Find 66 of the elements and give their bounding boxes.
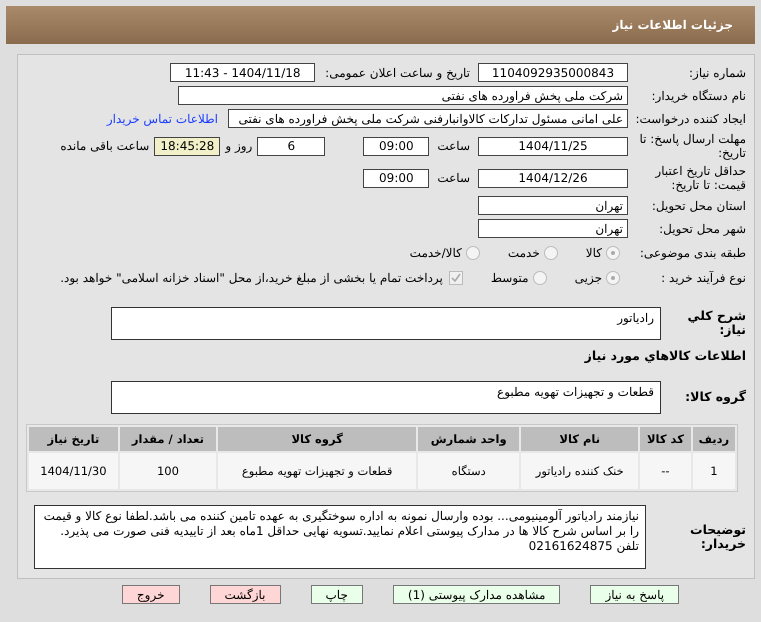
field-label: استان محل تحویل: (650, 198, 746, 212)
action-button[interactable]: مشاهده مدارک پیوستی (1) (392, 585, 560, 604)
checkbox[interactable] (448, 270, 463, 284)
field-label: شهر محل تحویل: (658, 222, 746, 236)
page-header: جزئیات اطلاعات نیاز (6, 6, 755, 44)
field-label: توضیحات خریدار: (689, 523, 746, 551)
radio-button[interactable] (466, 246, 480, 260)
table-cell: خنک کننده رادیاتور (521, 453, 638, 489)
action-button[interactable]: بازگشت (210, 585, 280, 604)
time-field[interactable]: 09:00 (363, 136, 430, 156)
field-label: ساعت (437, 171, 470, 185)
buyer-contact-link[interactable]: اطلاعات تماس خریدار (106, 112, 218, 126)
notes-text-area[interactable]: نیازمند رادیاتور آلومینیومی... بوده وارسال نمونه به اداره سوختگیری به عهده تامین کننده می باشد.لطفا نوع کالا و قیمت را بر اساس شرح کالا ها در مدارک پیوستی اعلام نمایید.تسویه نهایی حداقل 1ماه بعد از تاییدیه فنی صورت می پذیرد. تلفن 02161624875 (34, 505, 646, 569)
field-label: نوع فرآیند خرید : (660, 270, 746, 284)
section-heading: اطلاعات كالاهاي مورد نياز (584, 348, 746, 362)
table-cell: قطعات و تجهیزات تهویه مطبوع (218, 453, 416, 489)
radio-button[interactable] (532, 270, 547, 284)
announce-date-field[interactable]: 1404/11/18 - 11:43 (170, 63, 316, 82)
table-cell: 1 (692, 453, 735, 489)
radio-label: کالا/خدمت (410, 246, 462, 260)
column-header: ردیف (692, 427, 735, 451)
field-label: روز و (225, 139, 252, 153)
radio-label: خدمت (508, 246, 540, 260)
field-label: ایجاد کننده درخواست: (634, 112, 746, 126)
radio-button[interactable] (606, 246, 620, 260)
table-cell: 1404/11/30 (29, 453, 118, 489)
time-field[interactable]: 09:00 (363, 168, 430, 188)
action-button[interactable]: چاپ (310, 585, 363, 604)
field-label: طبقه بندی موضوعی: (638, 246, 746, 260)
action-button[interactable]: پاسخ به نیاز (590, 585, 680, 604)
column-header: تاریخ نیاز (29, 427, 118, 451)
column-header: تعداد / مقدار (120, 427, 216, 451)
radio-label: کالا (586, 246, 602, 260)
field-label: تاریخ و ساعت اعلان عمومی: (325, 66, 470, 80)
table-cell: 100 (120, 453, 216, 489)
creator-field[interactable]: علی امانی مسئول تدارکات کالاوانبارفنی شرکت ملی پخش فراورده های نفتی (228, 109, 628, 128)
action-button[interactable]: خروج (122, 585, 180, 604)
field-label: ساعت باقی مانده (60, 139, 150, 153)
table-cell: دستگاه (418, 453, 520, 489)
field-label: حداقل تاریخ اعتبار قیمت: تا تاریخ: (654, 164, 746, 192)
payment-note: پرداخت تمام یا بخشی از مبلغ خرید،از محل "اسناد خزانه اسلامی" خواهد بود. (60, 270, 443, 284)
date-field[interactable]: 1404/11/25 (478, 136, 628, 156)
column-header: گروه کالا (218, 427, 416, 451)
column-header: کد کالا (640, 427, 691, 451)
field-label: ساعت (437, 139, 470, 153)
field-label: نام دستگاه خریدار: (650, 88, 746, 102)
goods-group-text-area[interactable]: قطعات و تجهیزات تهویه مطبوع (111, 380, 661, 414)
column-header: نام کالا (521, 427, 638, 451)
days-field[interactable]: 6 (257, 136, 326, 156)
buyer-field[interactable]: شرکت ملی پخش فراورده های نفتی (178, 86, 628, 105)
field-label: گروه کالا: (684, 390, 746, 404)
remaining-time-field: 18:45:28 (154, 136, 220, 156)
field-label: مهلت ارسال پاسخ: تا تاریخ: (638, 132, 746, 160)
field-label: شرح کلي نياز: (686, 309, 746, 337)
summary-text-area[interactable]: رادیاتور (111, 306, 661, 340)
radio-label: متوسط (490, 270, 529, 284)
field-label: شماره نیاز: (688, 66, 746, 80)
table-cell: -- (640, 453, 691, 489)
need-number-field[interactable]: 1104092935000843 (478, 63, 628, 82)
radio-button[interactable] (544, 246, 558, 260)
city-field[interactable]: تهران (478, 219, 628, 238)
column-header: واحد شمارش (418, 427, 520, 451)
radio-button[interactable] (606, 270, 620, 284)
province-field[interactable]: تهران (478, 196, 628, 215)
date-field[interactable]: 1404/12/26 (478, 168, 628, 188)
radio-label: جزیی (574, 270, 602, 284)
